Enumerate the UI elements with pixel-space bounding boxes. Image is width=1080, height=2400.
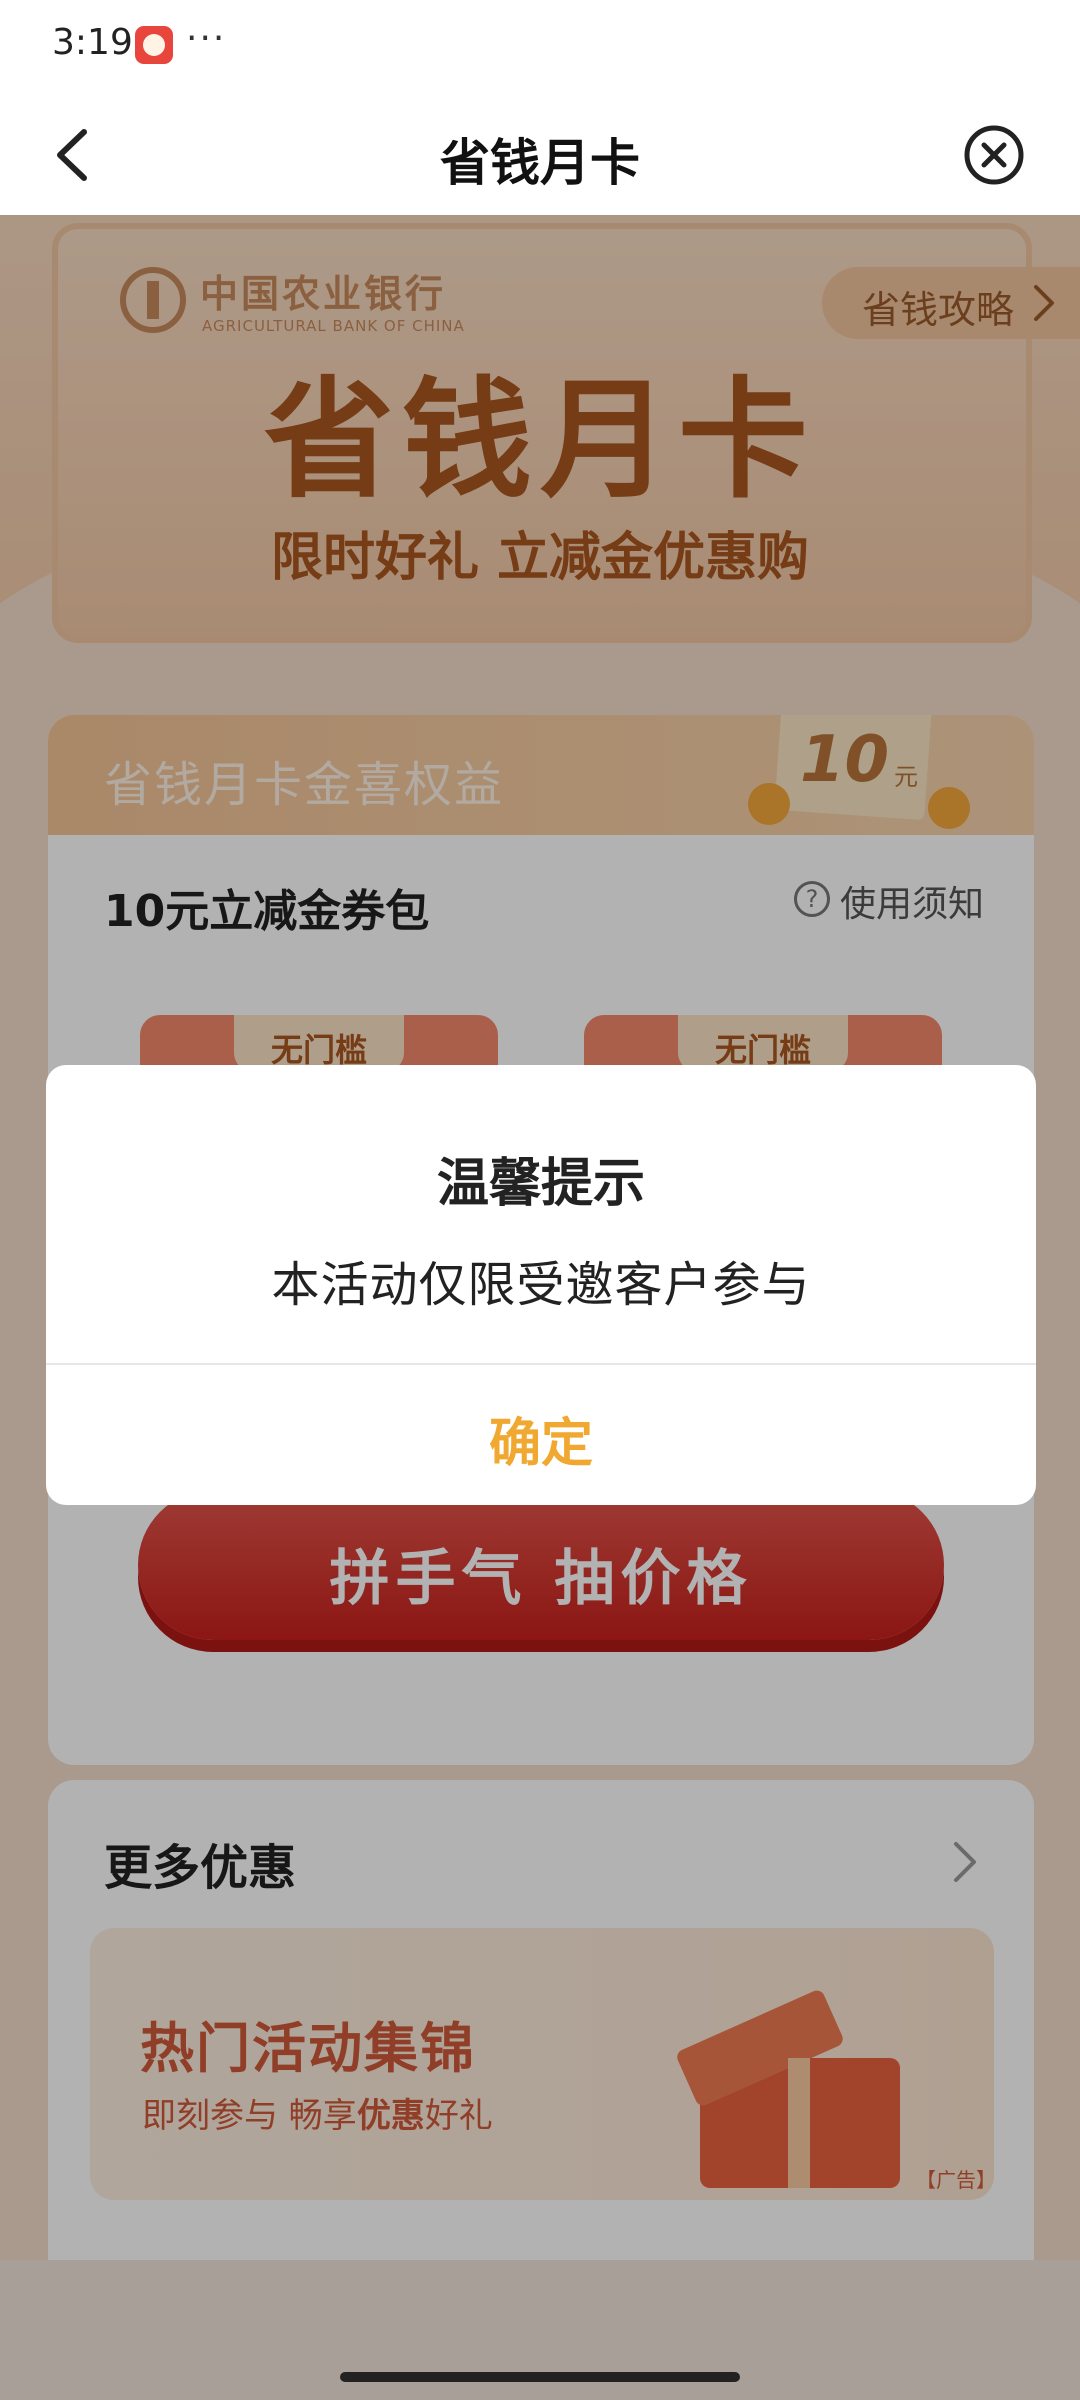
dialog-title: 温馨提示: [436, 1154, 645, 1214]
confirm-button[interactable]: 确定: [46, 1365, 1036, 1505]
more-notifications-icon: ···: [186, 18, 227, 59]
close-circle-icon[interactable]: [962, 123, 1026, 187]
status-time: 3:19: [52, 22, 133, 63]
home-indicator[interactable]: [340, 2372, 740, 2382]
page-title: 省钱月卡: [440, 134, 640, 192]
alert-dialog: 温馨提示 本活动仅限受邀客户参与 确定: [46, 1065, 1036, 1505]
nav-bar: 省钱月卡: [0, 95, 1080, 215]
confirm-label: 确定: [488, 1414, 593, 1474]
dialog-message: 本活动仅限受邀客户参与: [271, 1257, 811, 1313]
app-notification-icon: [135, 26, 173, 64]
status-bar: 3:19 ···: [0, 0, 1080, 95]
